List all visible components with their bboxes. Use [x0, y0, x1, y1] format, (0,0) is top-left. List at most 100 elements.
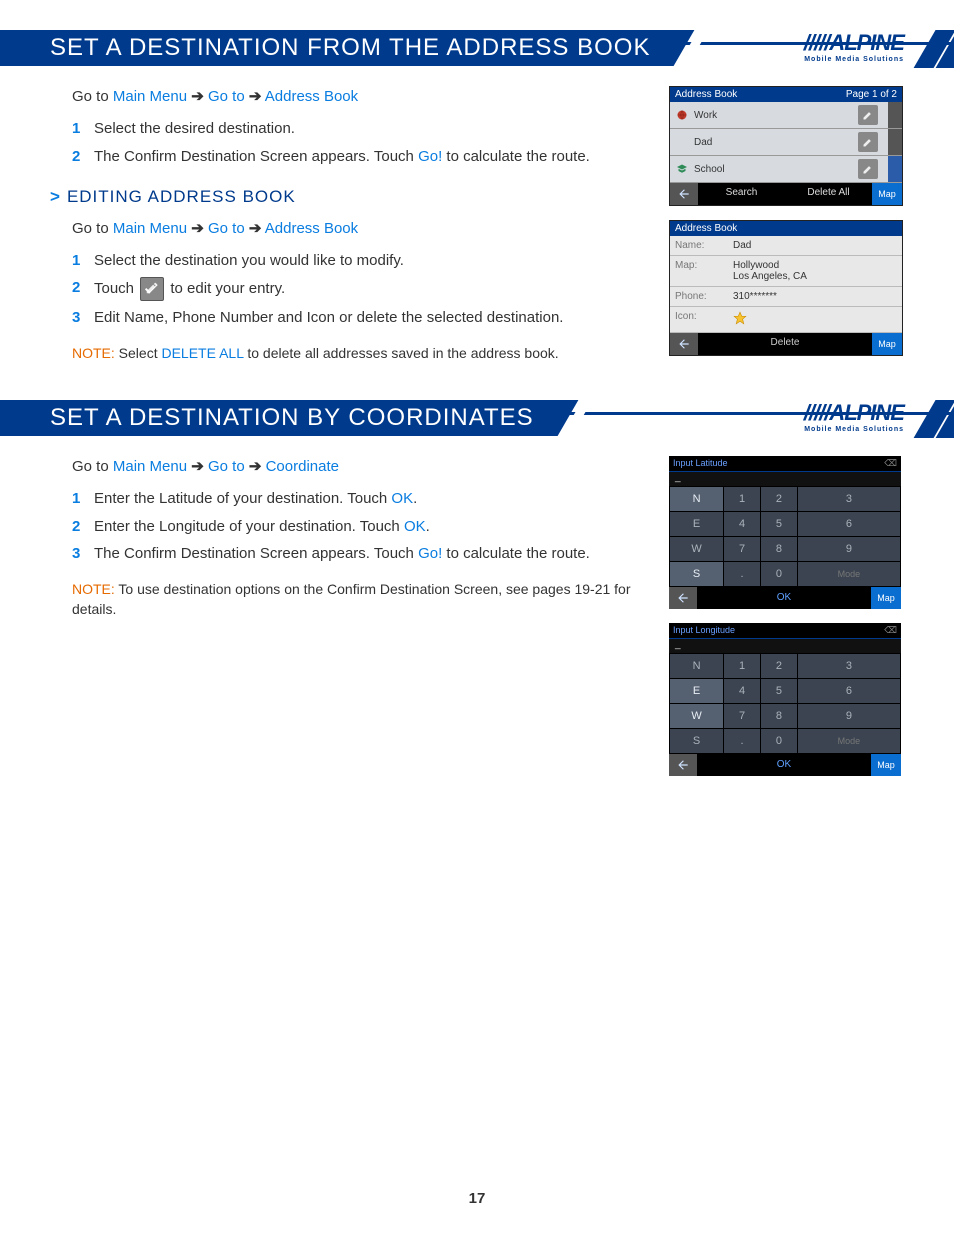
bksp-icon[interactable]: ⌫ — [884, 625, 897, 636]
alpine-logo: /////ALPINE Mobile Media Solutions — [804, 400, 904, 433]
keypad-title: Input Longitude — [673, 625, 735, 636]
keypad-key[interactable]: 7 — [724, 537, 761, 562]
section-title: SET A DESTINATION FROM THE ADDRESS BOOK — [0, 30, 670, 66]
nav-main-menu: Main Menu — [113, 458, 187, 475]
screenshot-input-latitude: Input Latitude⌫_N123E456W789S.0ModeOKMap — [669, 456, 901, 609]
nav-arrow-icon: ➔ — [191, 88, 204, 105]
delete-all-button[interactable]: Delete All — [785, 183, 872, 205]
keypad-key[interactable]: 1 — [724, 487, 761, 512]
note-label: NOTE: — [72, 581, 115, 597]
keypad-key[interactable]: E — [670, 512, 724, 537]
map-button[interactable]: Map — [872, 333, 902, 355]
keypad-key[interactable]: Mode — [797, 729, 900, 754]
note-coord: NOTE: To use destination options on the … — [72, 579, 649, 620]
map-button[interactable]: Map — [871, 754, 901, 776]
header-stripes-icon — [894, 30, 954, 68]
list-item[interactable]: Dad — [670, 129, 902, 156]
nav-prefix: Go to — [72, 458, 113, 475]
map-button[interactable]: Map — [871, 587, 901, 609]
keypad-key[interactable]: 7 — [724, 704, 761, 729]
logo-tagline: Mobile Media Solutions — [804, 426, 904, 433]
keypad-key[interactable]: 9 — [797, 537, 900, 562]
keypad-key[interactable]: S — [670, 562, 724, 587]
keypad-key[interactable]: 4 — [724, 679, 761, 704]
keypad-key[interactable]: 6 — [797, 679, 900, 704]
keypad-key[interactable]: . — [724, 562, 761, 587]
scrollbar[interactable] — [888, 102, 902, 128]
keypad-key[interactable]: E — [670, 679, 724, 704]
ok-button[interactable]: OK — [697, 754, 871, 776]
keypad-key[interactable]: 5 — [760, 679, 797, 704]
detail-row-map[interactable]: Map: Hollywood Los Angeles, CA — [670, 256, 902, 287]
back-button[interactable] — [669, 754, 697, 776]
keypad-key[interactable]: 4 — [724, 512, 761, 537]
step-text: Enter the Latitude of your destination. … — [94, 490, 391, 507]
nav-arrow-icon: ➔ — [249, 458, 262, 475]
keypad-key[interactable]: N — [670, 487, 724, 512]
ok-button[interactable]: OK — [697, 587, 871, 609]
screenshot-page-indicator: Page 1 of 2 — [846, 89, 897, 100]
nav-arrow-icon: ➔ — [191, 220, 204, 237]
detail-row-phone[interactable]: Phone: 310******* — [670, 287, 902, 307]
keypad-key[interactable]: S — [670, 729, 724, 754]
keypad-key[interactable]: 3 — [797, 487, 900, 512]
keypad-key[interactable]: 8 — [760, 704, 797, 729]
keypad-key[interactable]: 9 — [797, 704, 900, 729]
delete-button[interactable]: Delete — [698, 333, 872, 355]
field-value: Hollywood Los Angeles, CA — [728, 256, 902, 286]
keypad-key[interactable]: 5 — [760, 512, 797, 537]
step-text: Edit Name, Phone Number and Icon or dele… — [94, 309, 563, 326]
scrollbar[interactable] — [888, 156, 902, 182]
field-label: Map: — [670, 256, 728, 286]
keypad-key[interactable]: 2 — [760, 487, 797, 512]
keypad-key[interactable]: 0 — [760, 729, 797, 754]
section-header-address-book: SET A DESTINATION FROM THE ADDRESS BOOK … — [50, 30, 904, 68]
step-text: Select the destination you would like to… — [94, 252, 404, 269]
keypad-key[interactable]: 0 — [760, 562, 797, 587]
bksp-icon[interactable]: ⌫ — [884, 458, 897, 469]
note-editing: NOTE: Select DELETE ALL to delete all ad… — [72, 343, 649, 363]
list-item[interactable]: School — [670, 156, 902, 183]
step-text: Touch — [94, 280, 138, 297]
detail-row-name[interactable]: Name: Dad — [670, 236, 902, 256]
back-button[interactable] — [670, 183, 698, 205]
screenshot-title: Address Book — [675, 89, 737, 100]
globe-icon — [676, 109, 688, 121]
keypad-key[interactable]: 2 — [760, 654, 797, 679]
edit-button[interactable] — [858, 105, 878, 125]
scrollbar[interactable] — [888, 129, 902, 155]
keypad-key[interactable]: 6 — [797, 512, 900, 537]
keypad-key[interactable]: W — [670, 704, 724, 729]
keypad-key[interactable]: 3 — [797, 654, 900, 679]
edit-button[interactable] — [858, 159, 878, 179]
keypad-key[interactable]: W — [670, 537, 724, 562]
field-label: Name: — [670, 236, 728, 255]
list-item[interactable]: Work — [670, 102, 902, 129]
keypad-key[interactable]: Mode — [797, 562, 900, 587]
step-text: Enter the Longitude of your destination.… — [94, 518, 404, 535]
search-button[interactable]: Search — [698, 183, 785, 205]
keypad-key[interactable]: N — [670, 654, 724, 679]
keypad-grid: N123 E456 W789 S.0Mode — [669, 486, 901, 587]
field-label: Icon: — [670, 307, 728, 332]
nav-arrow-icon: ➔ — [191, 458, 204, 475]
steps-list-editing: 1 Select the destination you would like … — [72, 250, 649, 330]
keypad-key[interactable]: . — [724, 729, 761, 754]
keypad-key[interactable]: 8 — [760, 537, 797, 562]
keypad-display: _ — [669, 639, 901, 653]
map-button[interactable]: Map — [872, 183, 902, 205]
edit-icon — [140, 277, 164, 301]
nav-main-menu: Main Menu — [113, 88, 187, 105]
nav-goto: Go to — [208, 458, 245, 475]
keypad-key[interactable]: 1 — [724, 654, 761, 679]
edit-button[interactable] — [858, 132, 878, 152]
step-text: The Confirm Destination Screen appears. … — [94, 148, 418, 165]
back-button[interactable] — [669, 587, 697, 609]
keypad-grid: N123 E456 W789 S.0Mode — [669, 653, 901, 754]
back-button[interactable] — [670, 333, 698, 355]
step-item: 1 Select the destination you would like … — [72, 250, 649, 272]
section-title-text: SET A DESTINATION FROM THE ADDRESS BOOK — [50, 34, 650, 61]
detail-row-icon[interactable]: Icon: — [670, 307, 902, 333]
steps-list: 1 Select the desired destination. 2 The … — [72, 118, 649, 168]
step-item: 2 Enter the Longitude of your destinatio… — [72, 516, 649, 538]
